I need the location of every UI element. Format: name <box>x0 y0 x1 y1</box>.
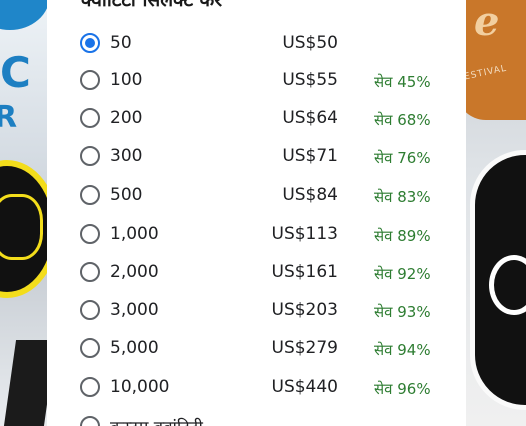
quantity-dialog: क्वांटिटी सिलेक्ट करें 50 US$50 100 US$55 से… <box>47 0 466 426</box>
quantity-radio[interactable] <box>80 300 100 320</box>
custom-quantity-label: कस्टम क्वांटिटी <box>110 415 203 426</box>
savings-label: सेव 45% <box>374 73 431 91</box>
custom-quantity-radio[interactable] <box>80 416 100 426</box>
quantity-option[interactable]: 1,000 US$113 सेव 89% <box>47 216 466 254</box>
quantity-option[interactable]: 5,000 US$279 सेव 94% <box>47 330 466 368</box>
quantity-label: 10,000 <box>110 377 170 397</box>
quantity-option[interactable]: 2,000 US$161 सेव 92% <box>47 254 466 292</box>
quantity-label: 5,000 <box>110 338 159 358</box>
quantity-label: 1,000 <box>110 224 159 244</box>
quantity-option[interactable]: 3,000 US$203 सेव 93% <box>47 292 466 330</box>
price-label: US$71 <box>282 146 338 166</box>
quantity-radio[interactable] <box>80 338 100 358</box>
price-label: US$84 <box>282 185 338 205</box>
quantity-radio[interactable] <box>80 70 100 90</box>
savings-label: सेव 89% <box>374 227 431 245</box>
quantity-option[interactable]: 500 US$84 सेव 83% <box>47 177 466 215</box>
savings-label: सेव 96% <box>374 380 431 398</box>
blue-sticker-lettering: C <box>0 48 31 97</box>
quantity-label: 100 <box>110 70 143 90</box>
quantity-radio[interactable] <box>80 262 100 282</box>
festival-sticker: e ESTIVAL <box>466 0 526 120</box>
quantity-option[interactable]: 50 US$50 <box>47 25 466 63</box>
black-sticker <box>470 150 526 410</box>
background-photo-right: e ESTIVAL <box>466 0 526 426</box>
quantity-label: 50 <box>110 33 132 53</box>
price-label: US$279 <box>271 338 339 358</box>
blue-sticker <box>0 0 50 30</box>
price-label: US$50 <box>282 33 338 53</box>
quantity-option[interactable]: 100 US$55 सेव 45% <box>47 62 466 100</box>
quantity-radio[interactable] <box>80 185 100 205</box>
quantity-radio[interactable] <box>80 146 100 166</box>
price-label: US$64 <box>282 108 338 128</box>
savings-label: सेव 76% <box>374 149 431 167</box>
savings-label: सेव 92% <box>374 265 431 283</box>
quantity-label: 2,000 <box>110 262 159 282</box>
price-label: US$203 <box>271 300 339 320</box>
price-label: US$161 <box>271 262 339 282</box>
quantity-label: 200 <box>110 108 143 128</box>
quantity-radio[interactable] <box>80 224 100 244</box>
price-label: US$55 <box>282 70 338 90</box>
quantity-label: 300 <box>110 146 143 166</box>
dialog-title: क्वांटिटी सिलेक्ट करें <box>81 0 223 11</box>
quantity-option[interactable]: 10,000 US$440 सेव 96% <box>47 369 466 407</box>
savings-label: सेव 83% <box>374 188 431 206</box>
savings-label: सेव 93% <box>374 303 431 321</box>
price-label: US$440 <box>271 377 339 397</box>
quantity-option[interactable]: 200 US$64 सेव 68% <box>47 100 466 138</box>
price-label: US$113 <box>271 224 339 244</box>
quantity-label: 500 <box>110 185 143 205</box>
custom-quantity-option[interactable]: कस्टम क्वांटिटी <box>47 410 466 426</box>
savings-label: सेव 68% <box>374 111 431 129</box>
quantity-radio[interactable] <box>80 33 100 53</box>
quantity-label: 3,000 <box>110 300 159 320</box>
quantity-radio[interactable] <box>80 377 100 397</box>
quantity-radio[interactable] <box>80 108 100 128</box>
blue-sticker-lettering-2: R <box>0 100 18 135</box>
quantity-option[interactable]: 300 US$71 सेव 76% <box>47 138 466 176</box>
savings-label: सेव 94% <box>374 341 431 359</box>
